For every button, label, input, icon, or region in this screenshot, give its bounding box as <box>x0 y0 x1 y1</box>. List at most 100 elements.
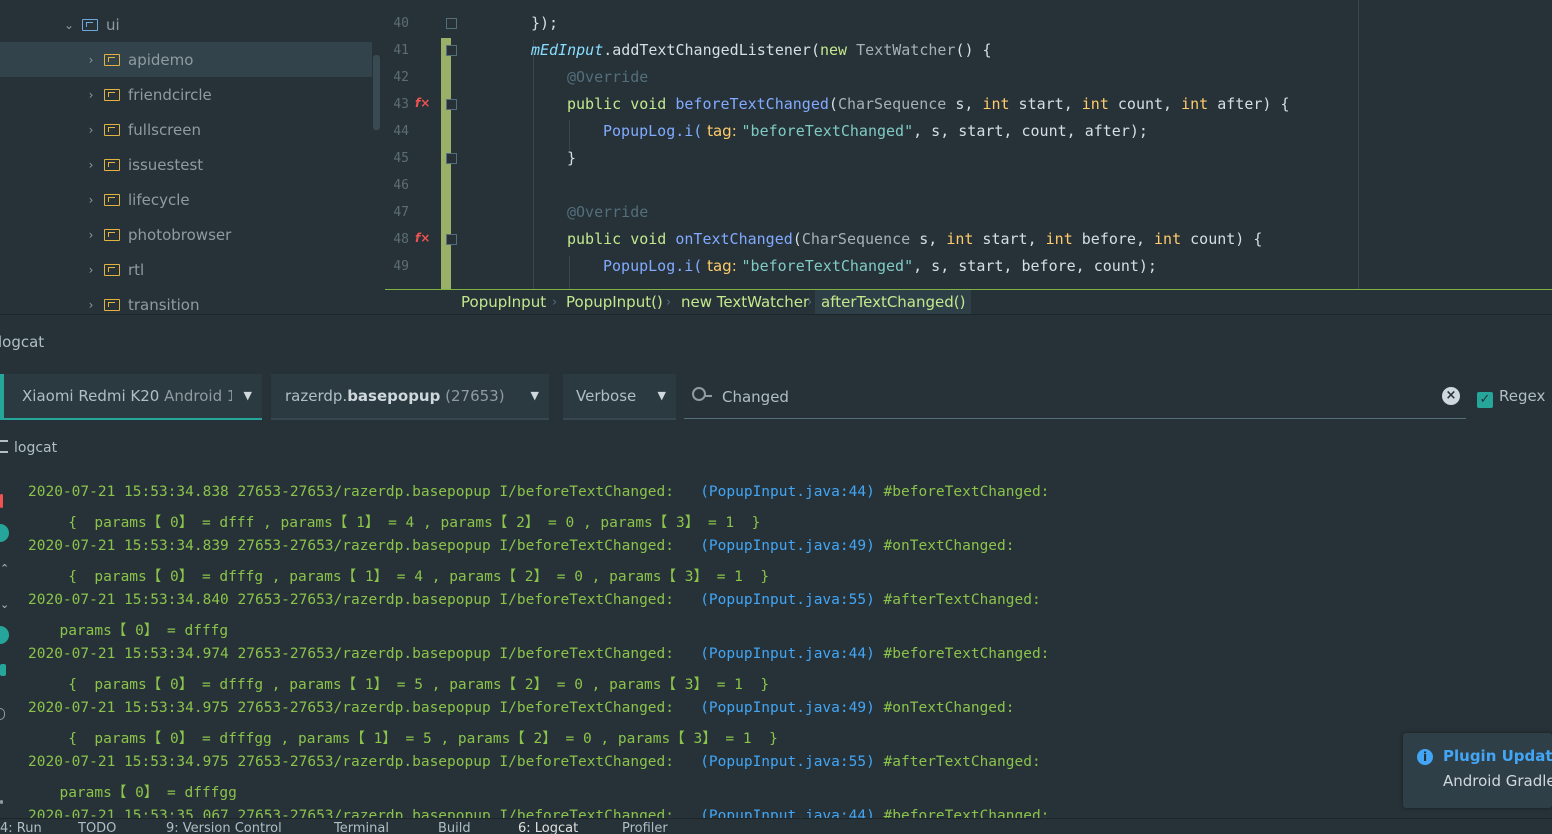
chevron-right-icon[interactable]: › <box>86 88 96 102</box>
source-link[interactable]: (PopupInput.java:55) <box>700 754 875 770</box>
chevron-right-icon[interactable]: › <box>86 193 96 207</box>
fold-icon[interactable] <box>446 153 457 164</box>
folder-icon <box>104 88 120 101</box>
chevron-down-icon: ▼ <box>530 389 539 402</box>
project-tree: ⌄ ui › apidemo › friendcircle › fullscre… <box>0 0 385 314</box>
process-label: razerdp.basepopup (27653) <box>285 374 505 418</box>
lines-icon <box>0 440 8 453</box>
regex-checkbox[interactable]: ✓ Regex <box>1477 374 1545 418</box>
tree-item-issuestest[interactable]: › issuestest <box>0 147 372 182</box>
source-link[interactable]: (PopupInput.java:44) <box>700 808 875 818</box>
tree-item-rtl[interactable]: › rtl <box>0 252 372 287</box>
source-link[interactable]: (PopupInput.java:55) <box>700 592 875 608</box>
chevron-right-icon[interactable]: › <box>86 228 96 242</box>
tree-item-lifecycle[interactable]: › lifecycle <box>0 182 372 217</box>
log-text: 2020-07-21 15:53:34.839 27653-27653/raze… <box>28 538 701 554</box>
log-entry: 2020-07-21 15:53:34.975 27653-27653/raze… <box>28 754 1041 770</box>
tab-build[interactable]: Build <box>438 821 471 834</box>
tab-todo[interactable]: TODO <box>78 821 116 834</box>
tab-logcat[interactable]: 6: Logcat <box>518 821 578 834</box>
folder-icon <box>104 53 120 66</box>
chevron-right-icon[interactable]: › <box>86 298 96 312</box>
chevron-right-icon[interactable]: › <box>86 263 96 277</box>
code-token: ( <box>792 230 802 248</box>
code-editor[interactable]: 40 41 42 43 44 45 46 47 48 49 f× f× }); … <box>385 0 1552 289</box>
checkbox-checked-icon[interactable]: ✓ <box>1477 392 1493 408</box>
code-token: mEdInput <box>531 41 604 59</box>
breadcrumb-item[interactable]: new TextWatcher <box>681 290 809 315</box>
chevron-right-icon[interactable]: › <box>86 53 96 67</box>
tree-item-apidemo[interactable]: › apidemo <box>0 42 372 77</box>
tool-window-bar: 4: Run TODO 9: Version Control Terminal … <box>0 818 1552 834</box>
fold-icon[interactable] <box>446 234 457 245</box>
regex-label: Regex <box>1499 387 1546 405</box>
source-link[interactable]: (PopupInput.java:49) <box>700 700 875 716</box>
override-method-icon[interactable]: f× <box>415 231 431 245</box>
code-token: int <box>1045 230 1073 248</box>
tree-item-label: photobrowser <box>128 225 232 244</box>
process-select[interactable]: razerdp.basepopup (27653) ▼ <box>271 374 549 420</box>
fold-icon[interactable] <box>446 45 457 56</box>
code-token: int <box>1181 95 1209 113</box>
log-text: #beforeTextChanged: <box>874 808 1050 818</box>
search-icon[interactable] <box>692 387 712 401</box>
device-select[interactable]: Xiaomi Redmi K20 Android 10, A ▼ <box>0 374 262 420</box>
code-token: PopupLog <box>603 257 676 275</box>
folder-icon <box>104 263 120 276</box>
tree-item-label: transition <box>128 295 200 314</box>
code-token: start, <box>1009 95 1082 113</box>
log-entry: 2020-07-21 15:53:34.974 27653-27653/raze… <box>28 646 1049 662</box>
code-line-47: @Override <box>567 203 649 221</box>
plugin-update-notification[interactable]: i Plugin Update R Android Gradle P <box>1403 733 1552 808</box>
source-link[interactable]: (PopupInput.java:49) <box>700 538 875 554</box>
chevron-down-icon[interactable]: ⌄ <box>64 18 74 32</box>
code-line-42: @Override <box>567 68 649 86</box>
fold-icon[interactable] <box>446 99 457 110</box>
chevron-right-icon: › <box>666 295 672 310</box>
breadcrumb-item[interactable]: PopupInput <box>461 290 546 315</box>
log-text: #beforeTextChanged: <box>874 646 1050 662</box>
code-token: public void <box>567 230 667 248</box>
tree-item-photobrowser[interactable]: › photobrowser <box>0 217 372 252</box>
code-token: public void <box>567 95 667 113</box>
tab-profiler[interactable]: Profiler <box>622 821 668 834</box>
tree-item-label: rtl <box>128 260 145 279</box>
chevron-down-icon: ▼ <box>657 389 666 402</box>
search-input[interactable] <box>720 382 1424 412</box>
folder-icon <box>104 228 120 241</box>
tab-terminal[interactable]: Terminal <box>334 821 389 834</box>
log-level-select[interactable]: Verbose ▼ <box>563 374 676 420</box>
breadcrumb-item-current[interactable]: afterTextChanged() <box>815 290 972 315</box>
tree-scrollbar[interactable] <box>373 55 380 130</box>
chevron-right-icon[interactable]: › <box>86 158 96 172</box>
code-line-49: PopupLog.i( tag: "beforeTextChanged", s,… <box>603 257 1157 275</box>
breadcrumb-item[interactable]: PopupInput() <box>566 290 663 315</box>
code-token: int <box>946 230 974 248</box>
tab-run[interactable]: 4: Run <box>0 821 42 834</box>
log-text: 2020-07-21 15:53:34.975 27653-27653/raze… <box>28 700 701 716</box>
chevron-right-icon[interactable]: › <box>86 123 96 137</box>
override-method-icon[interactable]: f× <box>415 96 431 110</box>
logcat-search: × <box>684 374 1466 419</box>
log-text: 2020-07-21 15:53:35.067 27653-27653/raze… <box>28 808 701 818</box>
logcat-output[interactable]: 2020-07-21 15:53:34.838 27653-27653/raze… <box>0 466 1552 818</box>
line-number: 49 <box>393 259 409 274</box>
log-entry: 2020-07-21 15:53:34.839 27653-27653/raze… <box>28 538 1015 554</box>
code-token: onTextChanged <box>675 230 793 248</box>
tab-version-control[interactable]: 9: Version Control <box>166 821 282 834</box>
source-link[interactable]: (PopupInput.java:44) <box>700 646 875 662</box>
source-link[interactable]: (PopupInput.java:44) <box>700 484 875 500</box>
log-entry-detail: params【 0】 = dfffg <box>42 623 229 639</box>
log-section-header: logcat <box>0 440 57 456</box>
tree-item-ui[interactable]: ⌄ ui <box>0 7 372 42</box>
tree-item-fullscreen[interactable]: › fullscreen <box>0 112 372 147</box>
code-line-43: public void beforeTextChanged(CharSequen… <box>567 95 1290 113</box>
code-token: , s, start, count, after); <box>913 122 1148 140</box>
clear-icon[interactable]: × <box>1442 387 1460 405</box>
tree-item-friendcircle[interactable]: › friendcircle <box>0 77 372 112</box>
code-token: CharSequence <box>801 230 911 248</box>
code-token: () { <box>955 41 992 59</box>
fold-icon[interactable] <box>446 18 457 29</box>
tree-item-transition[interactable]: › transition <box>0 287 372 314</box>
code-token: int <box>1154 230 1182 248</box>
